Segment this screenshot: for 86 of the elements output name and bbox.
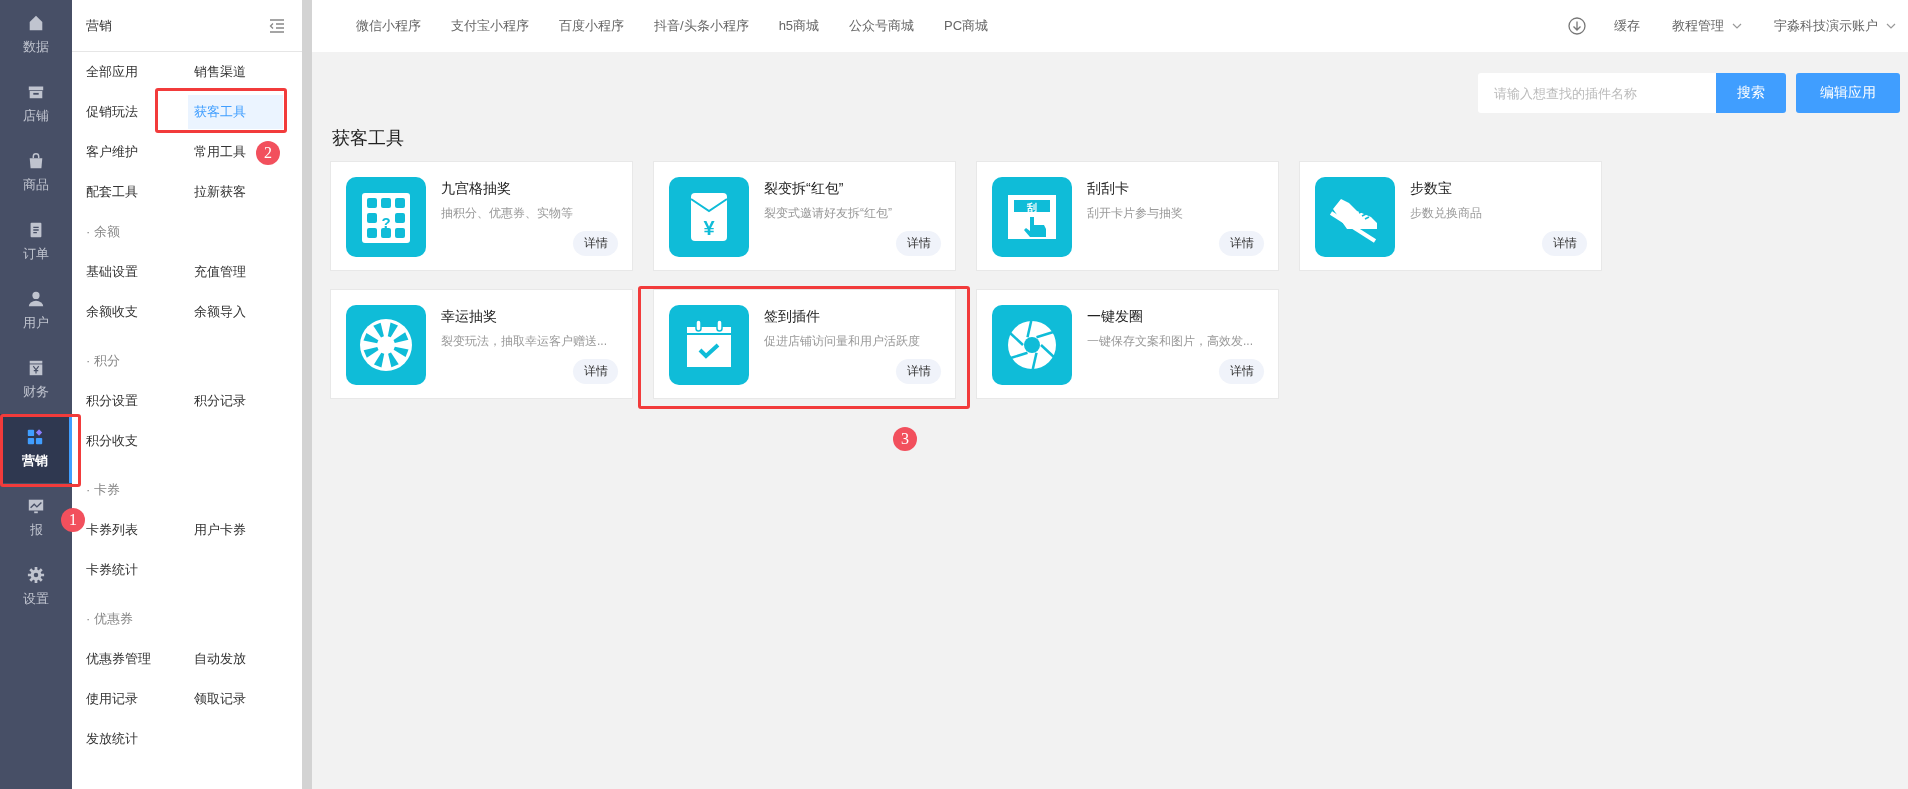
rail-item[interactable]: 财务 bbox=[0, 345, 72, 414]
plugin-title: 一键发圈 bbox=[1087, 308, 1144, 326]
sidebar-item[interactable]: 领取记录 bbox=[194, 682, 246, 716]
section-heading: · 优惠券 bbox=[86, 610, 134, 628]
sidebar-item[interactable]: 积分记录 bbox=[194, 384, 246, 418]
grid-icon: ? bbox=[346, 177, 426, 257]
sidebar-item[interactable]: 积分收支 bbox=[86, 424, 138, 458]
channel-tab[interactable]: PC商城 bbox=[944, 17, 989, 35]
person-icon bbox=[27, 289, 45, 308]
download-icon bbox=[1568, 17, 1586, 35]
rail-item[interactable]: 用户 bbox=[0, 276, 72, 345]
channel-tab[interactable]: 微信小程序 bbox=[356, 17, 421, 35]
channel-tab[interactable]: 支付宝小程序 bbox=[451, 17, 529, 35]
search-field[interactable]: 请输入想查找的插件名称 bbox=[1478, 73, 1716, 113]
sidebar-item[interactable]: 用户卡券 bbox=[194, 513, 246, 547]
wheel-icon bbox=[346, 305, 426, 385]
envelope-icon: ¥ bbox=[669, 177, 749, 257]
channel-tab[interactable]: 抖音/头条小程序 bbox=[654, 17, 749, 35]
callout-badge: 3 bbox=[893, 427, 917, 451]
sidebar-item[interactable]: 销售渠道 bbox=[194, 55, 246, 89]
sidebar-item[interactable]: 配套工具 bbox=[86, 175, 138, 209]
details-button[interactable]: 详情 bbox=[896, 359, 941, 384]
plugin-description: 一键保存文案和图片，高效发... bbox=[1087, 333, 1254, 350]
sidebar-item[interactable]: 促销玩法 bbox=[86, 95, 138, 129]
bag-icon bbox=[27, 151, 45, 170]
rail-item[interactable]: 设置 bbox=[0, 552, 72, 621]
plugin-description: 促进店铺访问量和用户活跃度 bbox=[764, 333, 921, 350]
sidebar-item[interactable]: 积分设置 bbox=[86, 384, 138, 418]
sidebar-item[interactable]: 客户维护 bbox=[86, 135, 138, 169]
plugin-description: 裂变式邀请好友拆“红包” bbox=[764, 205, 893, 222]
sidebar-item[interactable]: 使用记录 bbox=[86, 682, 138, 716]
sidebar-title: 营销 bbox=[86, 16, 112, 35]
sidebar-item[interactable]: 余额导入 bbox=[194, 295, 246, 329]
plugin-description: 刮开卡片参与抽奖 bbox=[1087, 205, 1184, 222]
aperture-icon bbox=[992, 305, 1072, 385]
sidebar-item[interactable]: 充值管理 bbox=[194, 255, 246, 289]
plugin-title: 签到插件 bbox=[764, 308, 821, 326]
caret-icon bbox=[1732, 23, 1742, 29]
tutorial-menu[interactable]: 教程管理 bbox=[1672, 17, 1742, 35]
sidebar-item[interactable]: 卡券列表 bbox=[86, 513, 138, 547]
sidebar-item[interactable]: 拉新获客 bbox=[194, 175, 246, 209]
scrollbar[interactable] bbox=[302, 0, 312, 789]
sidebar-item[interactable]: 优惠券管理 bbox=[86, 642, 151, 676]
caret-icon bbox=[1886, 23, 1896, 29]
account-menu[interactable]: 宇淼科技演示账户 bbox=[1774, 17, 1896, 35]
plugin-title: 幸运抽奖 bbox=[441, 308, 498, 326]
sidebar-item[interactable]: 余额收支 bbox=[86, 295, 138, 329]
channel-tab[interactable]: h5商城 bbox=[778, 17, 820, 35]
section-heading: · 卡券 bbox=[86, 481, 121, 499]
section-heading: · 余额 bbox=[86, 223, 121, 241]
settings-icon bbox=[27, 565, 45, 584]
details-button[interactable]: 详情 bbox=[1219, 231, 1264, 256]
sneaker-icon bbox=[1315, 177, 1395, 257]
sidebar-item[interactable]: 卡券统计 bbox=[86, 553, 138, 587]
rail-item[interactable]: 订单 bbox=[0, 207, 72, 276]
rail-item[interactable]: 店铺 bbox=[0, 69, 72, 138]
home-icon bbox=[27, 13, 45, 32]
apps-icon bbox=[25, 427, 44, 446]
collapse-menu-icon bbox=[268, 17, 286, 34]
cache-link[interactable]: 缓存 bbox=[1614, 17, 1640, 35]
channel-tab[interactable]: 公众号商城 bbox=[849, 17, 915, 35]
plugin-description: 抽积分、优惠券、实物等 bbox=[441, 205, 574, 222]
section-title: 获客工具 bbox=[332, 127, 405, 150]
details-button[interactable]: 详情 bbox=[1219, 359, 1264, 384]
details-button[interactable]: 详情 bbox=[896, 231, 941, 256]
sidebar-item[interactable]: 发放统计 bbox=[86, 722, 138, 756]
section-heading: · 积分 bbox=[86, 352, 121, 370]
rail-item[interactable]: 数据 bbox=[0, 0, 72, 69]
sidebar-item[interactable]: 全部应用 bbox=[86, 55, 138, 89]
details-button[interactable]: 详情 bbox=[573, 231, 618, 256]
details-button[interactable]: 详情 bbox=[573, 359, 618, 384]
plugin-title: 刮刮卡 bbox=[1087, 180, 1130, 198]
plugin-title: 九宫格抽奖 bbox=[441, 180, 512, 198]
calendar-check-icon bbox=[669, 305, 749, 385]
plugin-title: 步数宝 bbox=[1410, 180, 1453, 198]
wallet-icon bbox=[27, 358, 45, 377]
sidebar-item[interactable]: 基础设置 bbox=[86, 255, 138, 289]
details-button[interactable]: 详情 bbox=[1542, 231, 1587, 256]
channel-tab[interactable]: 百度小程序 bbox=[559, 17, 624, 35]
rail-item[interactable]: 商品 bbox=[0, 138, 72, 207]
plugin-title: 裂变拆“红包” bbox=[764, 180, 845, 198]
scratch-card-icon: 刮 bbox=[992, 177, 1072, 257]
sidebar-item[interactable]: 常用工具 bbox=[194, 135, 246, 169]
plugin-description: 裂变玩法，抽取幸运客户赠送... bbox=[441, 333, 608, 350]
sidebar-item[interactable]: 自动发放 bbox=[194, 642, 246, 676]
plugin-description: 步数兑换商品 bbox=[1410, 205, 1483, 222]
